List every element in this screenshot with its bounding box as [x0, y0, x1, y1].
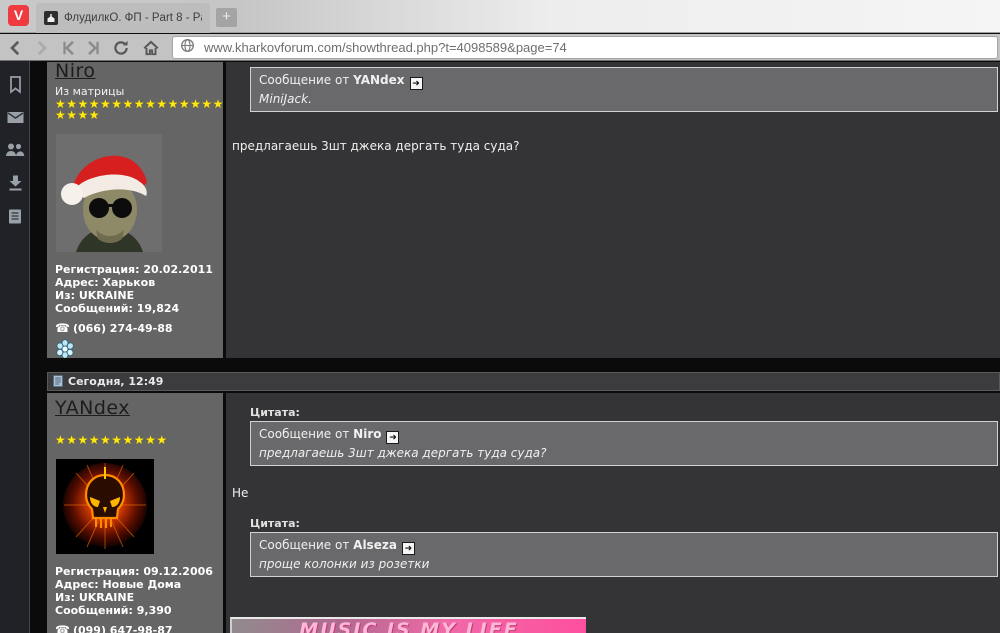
- address-info: Адрес: Новые Дома: [55, 578, 182, 591]
- contacts-icon[interactable]: [0, 135, 30, 165]
- avatar[interactable]: [56, 459, 154, 554]
- notes-icon[interactable]: [0, 201, 30, 231]
- url-text: www.kharkovforum.com/showthread.php?t=40…: [204, 40, 567, 55]
- address-bar[interactable]: www.kharkovforum.com/showthread.php?t=40…: [172, 36, 998, 59]
- quote-text: предлагаешь 3шт джека дергать туда суда?: [259, 446, 547, 460]
- globe-icon: [180, 38, 195, 57]
- phone-number: (099) 647-98-87: [72, 624, 173, 633]
- quote-author: Alseza: [353, 538, 397, 552]
- forward-icon[interactable]: [32, 39, 50, 57]
- quote-prefix: Сообщение от: [259, 427, 350, 441]
- post-body-cell: Цитата: Сообщение от Niro ➜ предлагаешь 3…: [226, 393, 1000, 633]
- from-info: Из: UKRAINE: [55, 591, 135, 604]
- post-message: Не: [232, 486, 249, 500]
- new-tab-button[interactable]: +: [216, 8, 237, 27]
- mail-icon[interactable]: [0, 102, 30, 132]
- post-user-panel: YANdex ★★★★★★★★★★ Регистрация: 09.12.200…: [47, 393, 223, 633]
- phone-icon: ☎: [55, 623, 70, 633]
- quote-author: YANdex: [353, 73, 405, 87]
- phone-number: (066) 274-49-88: [72, 322, 173, 335]
- view-post-icon[interactable]: ➜: [409, 77, 423, 90]
- tab-title: ФлудилкО. ФП - Part 8 - Pa: [64, 12, 202, 24]
- messages-count: Сообщений: 9,390: [55, 604, 172, 617]
- address-info: Адрес: Харьков: [55, 276, 156, 289]
- post-timestamp: Сегодня, 12:49: [68, 375, 164, 388]
- post-user-panel: Niro Из матрицы ★★★★★★★★★★★★★★★★ ★★★★ Ре…: [47, 62, 223, 358]
- forum-favicon-icon: [44, 11, 58, 25]
- tab-bar: V ФлудилкО. ФП - Part 8 - Pa +: [0, 0, 1000, 33]
- quote-prefix: Сообщение от: [259, 73, 350, 87]
- reputation-stars: ★★★★★★★★★★: [55, 433, 168, 447]
- quote-author: Niro: [353, 427, 382, 441]
- reload-icon[interactable]: [112, 39, 130, 57]
- post-date-icon: [53, 372, 63, 391]
- downloads-icon[interactable]: [0, 168, 30, 198]
- quote-box: Сообщение от Alseza ➜ проще колонки из ро…: [250, 532, 998, 577]
- post-message: предлагаешь 3шт джека дергать туда суда?: [232, 139, 520, 153]
- browser-tab[interactable]: ФлудилкО. ФП - Part 8 - Pa: [36, 3, 210, 33]
- icq-status-icon[interactable]: [55, 339, 223, 358]
- registration-info: Регистрация: 09.12.2006: [55, 565, 213, 578]
- registration-info: Регистрация: 20.02.2011: [55, 263, 213, 276]
- vivaldi-panel-bar: [0, 61, 30, 633]
- quote-box: Сообщение от Niro ➜ предлагаешь 3шт джека…: [250, 421, 998, 466]
- post-header: Сегодня, 12:49: [47, 372, 1000, 391]
- view-post-icon[interactable]: ➜: [401, 542, 415, 555]
- bookmarks-icon[interactable]: [0, 69, 30, 99]
- phone-icon: ☎: [55, 321, 70, 335]
- phone-line: ☎ (099) 647-98-87: [55, 623, 223, 633]
- vivaldi-menu-button[interactable]: V: [8, 5, 29, 26]
- fast-forward-icon[interactable]: [84, 39, 102, 57]
- quote-text: проще колонки из розетки: [259, 557, 430, 571]
- messages-count: Сообщений: 19,824: [55, 302, 180, 315]
- signature-banner-text: MUSIC IS MY LIFE: [299, 619, 519, 633]
- rewind-icon[interactable]: [60, 39, 78, 57]
- quote-text: MiniJack.: [259, 92, 312, 106]
- view-post-icon[interactable]: ➜: [386, 431, 400, 444]
- quote-label: Цитата:: [250, 406, 300, 419]
- phone-line: ☎ (066) 274-49-88: [55, 321, 223, 335]
- from-info: Из: UKRAINE: [55, 289, 135, 302]
- home-icon[interactable]: [142, 39, 160, 57]
- username-link[interactable]: Niro: [55, 62, 96, 82]
- navigation-toolbar: www.kharkovforum.com/showthread.php?t=40…: [0, 34, 1000, 61]
- quote-label: Цитата:: [250, 517, 300, 530]
- quote-box: Сообщение от YANdex ➜ MiniJack.: [250, 67, 998, 112]
- signature-banner-image: MUSIC IS MY LIFE: [230, 617, 586, 633]
- quote-prefix: Сообщение от: [259, 538, 350, 552]
- username-link[interactable]: YANdex: [55, 397, 130, 419]
- back-icon[interactable]: [7, 39, 25, 57]
- avatar[interactable]: [56, 134, 162, 252]
- reputation-stars: ★★★★: [55, 108, 101, 122]
- post-body-cell: Сообщение от YANdex ➜ MiniJack. предлагае…: [226, 62, 1000, 358]
